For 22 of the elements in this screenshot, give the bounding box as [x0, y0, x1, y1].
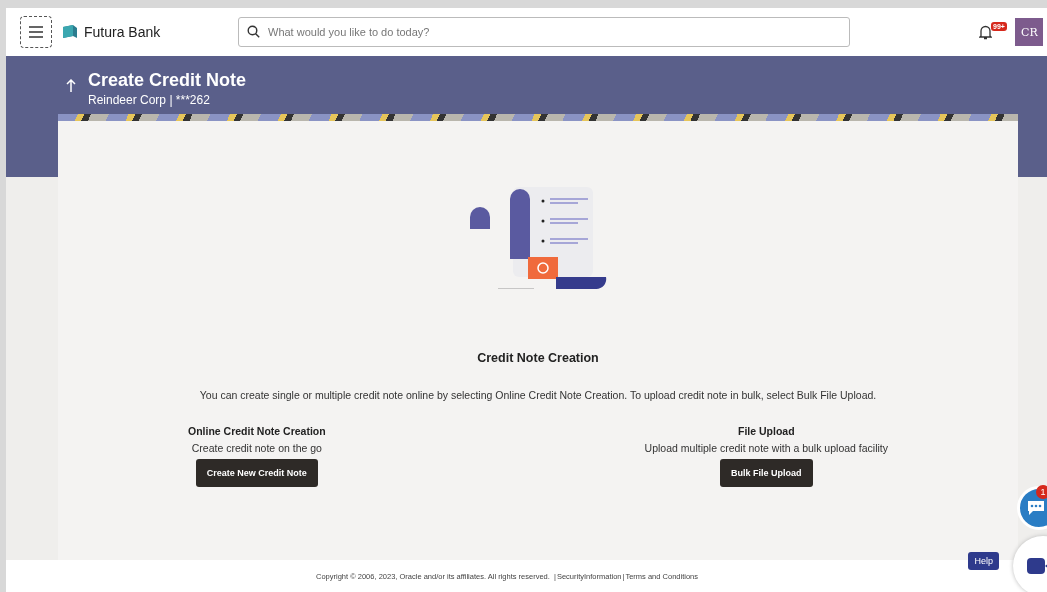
chat-badge: 1 — [1036, 485, 1047, 499]
menu-icon — [29, 26, 43, 38]
bell-icon — [979, 24, 992, 40]
option-button[interactable]: Create New Credit Note — [195, 459, 318, 487]
chat-icon — [1026, 500, 1046, 516]
search-icon — [247, 25, 260, 38]
logo-icon — [62, 24, 78, 40]
description: You can create single or multiple credit note online by selecting Online Credit Note Creation. To upload credit note in bulk, select Bulk File Upload. — [199, 389, 877, 401]
page-title: Create Credit Note — [88, 70, 247, 91]
option-button[interactable]: Bulk File Upload — [720, 459, 813, 487]
menu-button[interactable] — [20, 16, 52, 48]
search-field[interactable]: What would you like to do today? — [238, 17, 850, 47]
option-description: Create credit note on the go — [191, 442, 322, 454]
section-heading: Credit Note Creation — [477, 351, 599, 365]
option-description: Upload multiple credit note with a bulk upload facility — [644, 442, 888, 454]
option-title: File Upload — [738, 425, 795, 437]
brand-name: Futura Bank — [84, 24, 161, 40]
option-title: Online Credit Note Creation — [188, 425, 326, 437]
user-avatar[interactable]: CR — [1015, 18, 1043, 46]
video-camera-icon — [1027, 557, 1047, 575]
help-button[interactable]: Help — [968, 552, 999, 570]
page-subtitle: Reindeer Corp | ***262 — [88, 93, 211, 107]
